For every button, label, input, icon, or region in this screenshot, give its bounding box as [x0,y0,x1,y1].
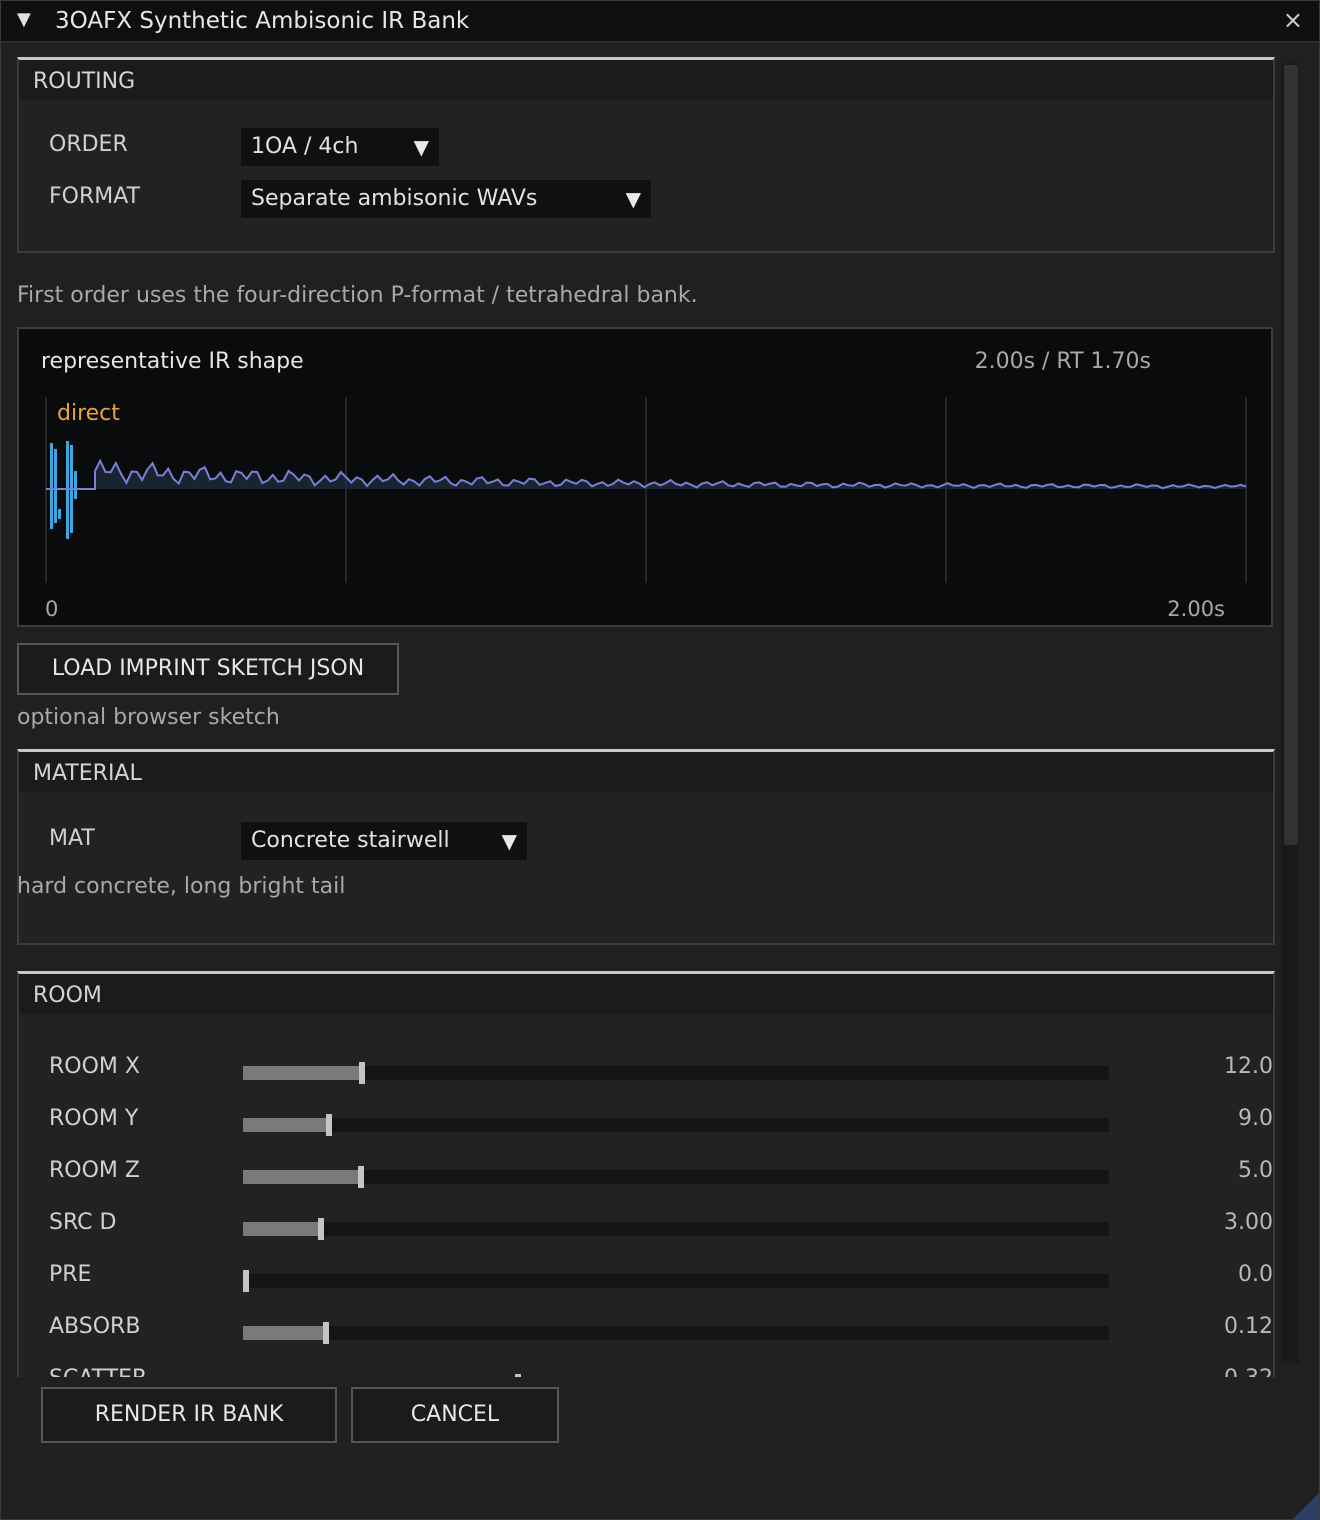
content-viewport: ROUTING ORDER 1OA / 4ch ▼ FORMAT Separat… [1,43,1319,1377]
slider-track[interactable] [243,1270,1109,1292]
slider-label: SCATTER [49,1366,147,1377]
slider-value: 3.00 [1224,1210,1273,1235]
slider-track[interactable] [243,1166,1109,1188]
ir-preview-title: representative IR shape [41,349,304,374]
ir-bank-window: ▼ 3OAFX Synthetic Ambisonic IR Bank × RO… [0,0,1320,1520]
resize-grip-icon[interactable] [1293,1493,1319,1519]
slider-handle[interactable] [357,1166,364,1188]
axis-end-label: 2.00s [1167,597,1225,621]
slider-handle[interactable] [325,1114,332,1136]
slider-handle[interactable] [358,1062,365,1084]
routing-header: ROUTING [19,60,1273,100]
axis-start-label: 0 [45,597,59,621]
format-label: FORMAT [49,184,141,209]
slider-value: 0.0 [1238,1262,1273,1287]
slider-value: 12.0 [1224,1054,1273,1079]
slider-label: ROOM Y [49,1106,139,1131]
order-dropdown[interactable]: 1OA / 4ch ▼ [241,128,439,166]
chevron-down-icon: ▼ [625,187,641,211]
slider-value: 0.12 [1224,1314,1273,1339]
slider-track[interactable] [243,1062,1109,1084]
collapse-arrow-icon[interactable]: ▼ [17,9,31,30]
slider-handle[interactable] [323,1322,330,1344]
mat-label: MAT [49,826,95,851]
early-reflection-bar [58,509,61,519]
early-reflection-bar [74,471,77,499]
window-title: 3OAFX Synthetic Ambisonic IR Bank [55,8,470,34]
format-value: Separate ambisonic WAVs [251,186,538,211]
slider-track[interactable] [243,1114,1109,1136]
action-bar: RENDER IR BANK CANCEL [1,1377,1319,1519]
slider-fill [243,1118,329,1132]
slider-label: PRE [49,1262,92,1287]
slider-handle[interactable] [317,1218,324,1240]
slider-fill [243,1066,362,1080]
format-dropdown[interactable]: Separate ambisonic WAVs ▼ [241,180,651,218]
room-header: ROOM [19,974,1273,1014]
slider-value: 9.0 [1238,1106,1273,1131]
material-value: Concrete stairwell [251,828,450,853]
order-value: 1OA / 4ch [251,134,359,159]
load-imprint-button[interactable]: LOAD IMPRINT SKETCH JSON [17,643,399,695]
slider-fill [243,1326,327,1340]
slider-track[interactable] [243,1218,1109,1240]
material-description: hard concrete, long bright tail [17,874,346,899]
order-label: ORDER [49,132,128,157]
slider-fill [243,1222,321,1236]
slider-value: 5.0 [1238,1158,1273,1183]
cancel-button[interactable]: CANCEL [351,1387,559,1443]
early-reflection-bar [54,449,57,523]
material-header: MATERIAL [19,752,1273,792]
slider-label: ROOM X [49,1054,140,1079]
render-ir-bank-button[interactable]: RENDER IR BANK [41,1387,337,1443]
slider-value: 0.32 [1224,1366,1273,1377]
room-section: ROOM ROOM X 12.0 ROOM Y 9.0 ROOM Z 5.0 SRC D 3.… [17,971,1275,1377]
slider-track[interactable] [243,1322,1109,1344]
title-bar[interactable]: ▼ 3OAFX Synthetic Ambisonic IR Bank × [1,1,1319,43]
ir-preview-meta: 2.00s / RT 1.70s [974,349,1151,374]
slider-label: ROOM Z [49,1158,140,1183]
slider-label: SRC D [49,1210,117,1235]
routing-section: ROUTING ORDER 1OA / 4ch ▼ FORMAT Separat… [17,57,1275,253]
direct-label: direct [57,401,120,426]
early-reflection-bar [50,443,53,529]
slider-label: ABSORB [49,1314,141,1339]
material-dropdown[interactable]: Concrete stairwell ▼ [241,822,527,860]
chevron-down-icon: ▼ [413,135,429,159]
material-section: MATERIAL MAT Concrete stairwell ▼ hard c… [17,749,1275,945]
ir-preview-panel: representative IR shape 2.00s / RT 1.70s… [17,327,1273,627]
routing-note: First order uses the four-direction P-fo… [17,283,698,308]
close-icon[interactable]: × [1283,6,1303,34]
slider-fill [243,1170,361,1184]
imprint-note: optional browser sketch [17,705,280,730]
chevron-down-icon: ▼ [501,829,517,853]
slider-handle[interactable] [243,1270,249,1292]
scrollbar-thumb[interactable] [1284,65,1298,845]
